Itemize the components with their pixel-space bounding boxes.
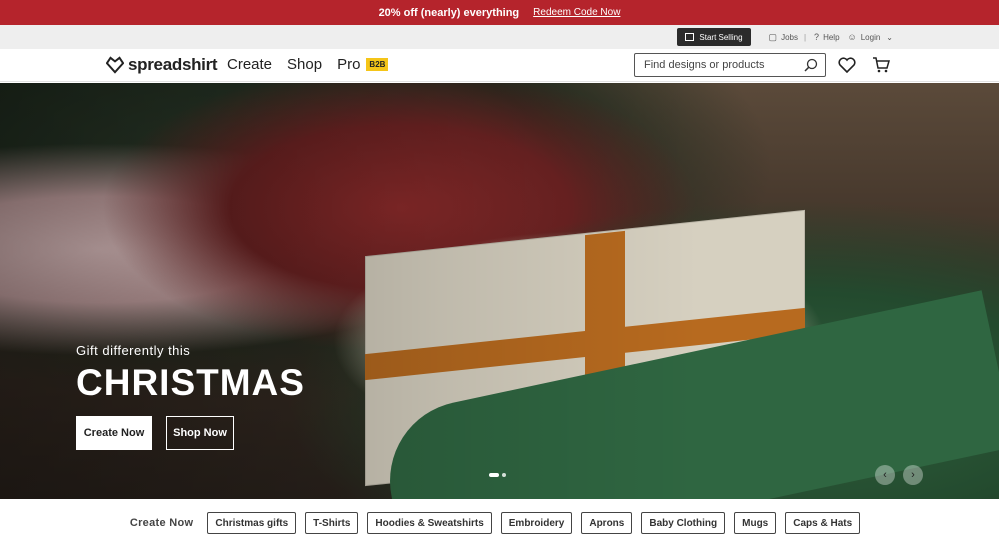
b2b-badge: B2B [366, 58, 389, 71]
primary-links: Create Shop Pro B2B [227, 56, 403, 73]
promo-headline: 20% off (nearly) everything [378, 6, 520, 19]
nav-create[interactable]: Create [227, 56, 272, 73]
category-aprons[interactable]: Aprons [581, 512, 633, 534]
heart-icon[interactable] [838, 57, 856, 73]
hero-subtitle: Gift differently this [76, 343, 191, 358]
help-link[interactable]: ? Help [814, 32, 839, 42]
carousel-dot-1[interactable] [489, 473, 499, 477]
promo-banner: 20% off (nearly) everything Redeem Code … [0, 0, 999, 25]
cart-icon[interactable] [872, 57, 890, 73]
store-icon [685, 33, 695, 41]
category-caps-hats[interactable]: Caps & Hats [785, 512, 861, 534]
brand-logo[interactable]: spreadshirt [106, 55, 218, 75]
chevron-right-icon: › [911, 469, 915, 481]
main-navigation: spreadshirt Create Shop Pro B2B Find des… [0, 49, 999, 82]
carousel-prev-button[interactable]: ‹ [875, 465, 895, 485]
category-hoodies[interactable]: Hoodies & Sweatshirts [367, 512, 492, 534]
category-bar: Create Now Christmas gifts T-Shirts Hood… [0, 511, 999, 535]
carousel-dot-2[interactable] [502, 473, 506, 477]
utility-divider: | [803, 32, 807, 42]
login-label: Login [860, 32, 881, 42]
search-placeholder: Find designs or products [644, 59, 765, 71]
category-mugs[interactable]: Mugs [734, 512, 777, 534]
nav-shop[interactable]: Shop [287, 56, 322, 73]
brand-name: spreadshirt [128, 55, 218, 74]
briefcase-icon: ▢ [768, 31, 778, 42]
hero-banner: Gift differently this CHRISTMAS Create N… [0, 83, 999, 499]
create-now-button[interactable]: Create Now [76, 416, 152, 450]
category-bar-title: Create Now [129, 517, 194, 529]
category-t-shirts[interactable]: T-Shirts [305, 512, 359, 534]
carousel-next-button[interactable]: › [903, 465, 923, 485]
shop-now-button[interactable]: Shop Now [166, 416, 234, 450]
utility-bar: Start Selling ▢ Jobs | ? Help ☺ Login ⌄ [0, 25, 999, 49]
category-baby-clothing[interactable]: Baby Clothing [641, 512, 726, 534]
jobs-link[interactable]: ▢ Jobs [769, 32, 798, 43]
category-embroidery[interactable]: Embroidery [500, 512, 573, 534]
chevron-left-icon: ‹ [883, 469, 887, 481]
hero-text: Gift differently this CHRISTMAS [76, 343, 305, 404]
logo-icon [106, 56, 124, 74]
start-selling-button[interactable]: Start Selling [677, 28, 751, 46]
nav-pro[interactable]: Pro [337, 56, 360, 73]
search-icon[interactable] [804, 58, 818, 72]
help-label: Help [823, 32, 840, 42]
jobs-label: Jobs [781, 32, 798, 42]
carousel-dots [489, 473, 506, 477]
chevron-down-icon: ⌄ [886, 32, 893, 42]
category-christmas-gifts[interactable]: Christmas gifts [207, 512, 297, 534]
hero-buttons: Create Now Shop Now [76, 416, 234, 450]
redeem-code-link[interactable]: Redeem Code Now [533, 7, 620, 18]
user-icon: ☺ [847, 32, 857, 42]
hero-title: CHRISTMAS [76, 362, 305, 403]
help-icon: ? [814, 32, 820, 42]
login-link[interactable]: ☺ Login ⌄ [848, 32, 893, 42]
start-selling-label: Start Selling [699, 32, 743, 42]
search-input[interactable]: Find designs or products [634, 53, 826, 77]
